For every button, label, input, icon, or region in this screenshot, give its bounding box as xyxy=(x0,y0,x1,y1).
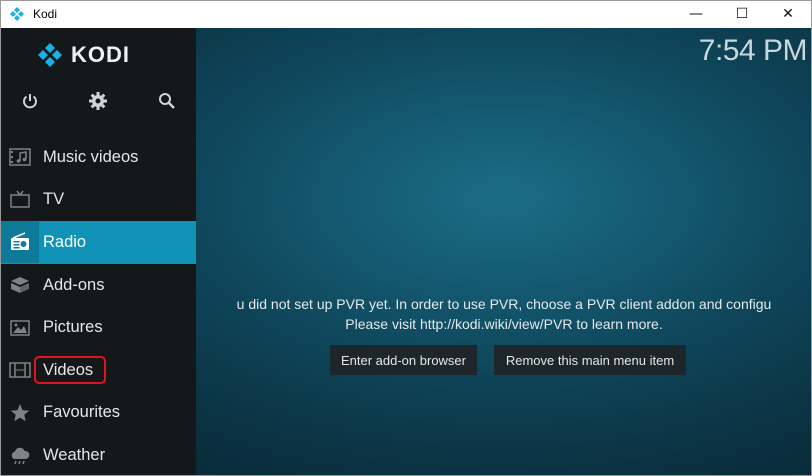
clock: 7:54 PM xyxy=(698,34,808,67)
title-bar[interactable]: Kodi — ☐ ✕ xyxy=(1,1,811,27)
gear-icon xyxy=(89,92,107,110)
window-controls: — ☐ ✕ xyxy=(673,1,811,27)
menu-item-label: Music videos xyxy=(43,147,139,166)
pvr-message-line-1: u did not set up PVR yet. In order to us… xyxy=(236,296,772,312)
menu-item-music-videos[interactable]: Music videos xyxy=(1,136,196,179)
menu-item-label: Radio xyxy=(43,232,87,251)
pvr-action-buttons: Enter add-on browser Remove this main me… xyxy=(1,345,811,375)
menu-item-label: TV xyxy=(43,190,65,209)
power-icon xyxy=(23,94,37,109)
pvr-message-line-2: Please visit http://kodi.wiki/view/PVR t… xyxy=(345,316,663,332)
close-icon: ✕ xyxy=(782,6,794,22)
kodi-app-icon xyxy=(9,6,25,22)
menu-item-tv[interactable]: TV xyxy=(1,179,196,222)
main-menu: Music videos TV Radio Add-ons Pictures V… xyxy=(1,136,196,475)
menu-item-label: Pictures xyxy=(43,318,103,337)
kodi-logo: KODI xyxy=(37,42,130,68)
close-button[interactable]: ✕ xyxy=(765,1,811,27)
maximize-button[interactable]: ☐ xyxy=(719,1,765,27)
sidebar: KODI Music videos TV Radio Add-ons Pictu… xyxy=(1,28,196,475)
enter-addon-browser-button[interactable]: Enter add-on browser xyxy=(330,345,477,375)
menu-item-pictures[interactable]: Pictures xyxy=(1,306,196,349)
music-video-icon xyxy=(1,136,39,178)
menu-item-add-ons[interactable]: Add-ons xyxy=(1,264,196,307)
settings-button[interactable] xyxy=(83,86,113,116)
kodi-home-screen: KODI Music videos TV Radio Add-ons Pictu… xyxy=(1,28,811,475)
pvr-message: u did not set up PVR yet. In order to us… xyxy=(197,294,811,334)
star-icon xyxy=(1,392,39,434)
minimize-icon: — xyxy=(689,6,703,22)
menu-item-label: Favourites xyxy=(43,403,121,422)
top-icon-bar xyxy=(1,86,196,116)
power-button[interactable] xyxy=(15,86,45,116)
addons-box-icon xyxy=(1,264,39,306)
menu-item-favourites[interactable]: Favourites xyxy=(1,392,196,435)
menu-item-label: Weather xyxy=(43,445,106,464)
cloud-icon xyxy=(1,434,39,475)
tv-icon xyxy=(1,179,39,221)
minimize-button[interactable]: — xyxy=(673,1,719,27)
search-icon xyxy=(159,93,175,109)
menu-item-label: Add-ons xyxy=(43,275,105,294)
menu-item-weather[interactable]: Weather xyxy=(1,434,196,475)
menu-item-radio[interactable]: Radio xyxy=(1,221,196,264)
maximize-icon: ☐ xyxy=(735,6,749,22)
remove-main-menu-item-button[interactable]: Remove this main menu item xyxy=(494,345,686,375)
radio-icon xyxy=(1,221,39,264)
kodi-logo-text: KODI xyxy=(71,42,130,67)
pictures-icon xyxy=(1,307,39,349)
kodi-logo-icon xyxy=(38,43,62,67)
kodi-window: Kodi — ☐ ✕ KODI Music videos TV Radio Ad… xyxy=(0,0,812,476)
window-title: Kodi xyxy=(33,7,58,21)
search-button[interactable] xyxy=(152,86,182,116)
